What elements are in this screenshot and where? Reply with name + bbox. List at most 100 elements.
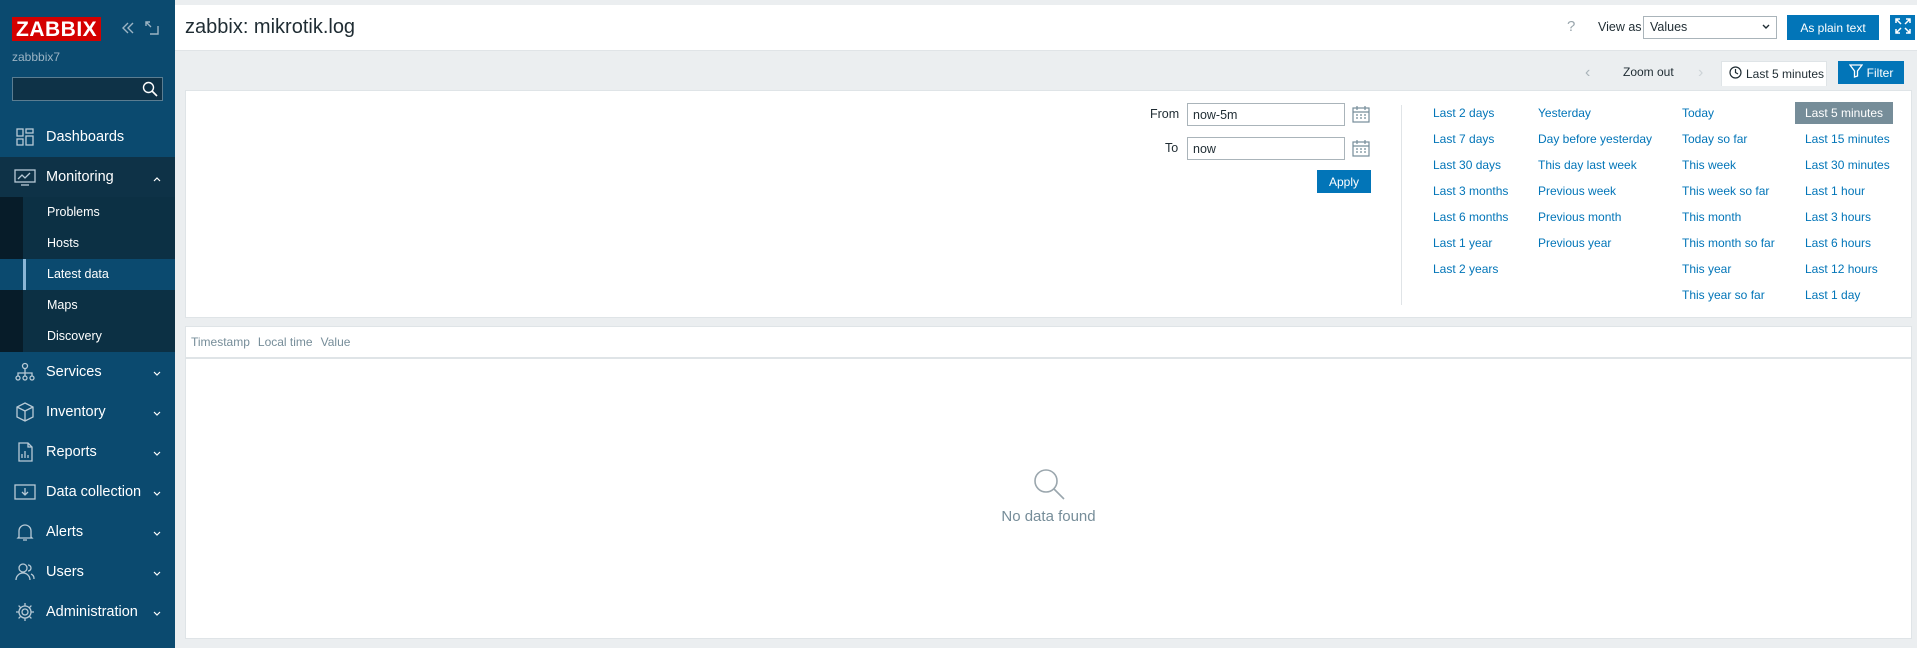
zabbix-logo[interactable]: ZABBIX [12,17,102,41]
quick-range-link[interactable]: This month [1682,210,1741,224]
sidebar-item-problems[interactable]: Problems [0,197,175,228]
quick-range-link[interactable]: Last 7 days [1433,132,1494,146]
view-as-label: View as [1598,20,1642,34]
quick-range-link[interactable]: Yesterday [1538,106,1591,120]
server-name: zabbbix7 [12,50,61,64]
users-icon [14,561,36,583]
quick-range-link[interactable]: Last 2 days [1433,106,1494,120]
as-plain-text-button[interactable]: As plain text [1787,15,1879,40]
gear-icon [14,601,36,623]
nav-label: Alerts [46,524,84,540]
nav-monitoring[interactable]: Monitoring [0,157,175,197]
view-as-select[interactable]: Values [1643,16,1777,39]
quick-range-link[interactable]: Last 1 day [1805,288,1860,302]
quick-range-link[interactable]: Today [1682,106,1714,120]
chevron-down-icon [153,446,161,456]
sidebar-item-latest-data[interactable]: Latest data [0,259,175,290]
from-input[interactable]: now-5m [1187,103,1345,126]
help-icon[interactable]: ? [1567,18,1575,35]
sidebar-search-input[interactable] [12,77,163,101]
nav-reports[interactable]: Reports [0,432,175,472]
zoom-out-button[interactable]: Zoom out [1623,65,1674,79]
quick-range-link[interactable]: Last 3 months [1433,184,1508,198]
column-header-timestamp[interactable]: Timestamp [191,335,250,349]
collapse-sidebar-icon[interactable] [120,20,136,36]
nav-label: Dashboards [46,129,125,145]
filter-divider [1401,105,1402,305]
view-as-value: Values [1650,20,1688,34]
quick-range-link[interactable]: Last 1 hour [1805,184,1865,198]
column-header-value[interactable]: Value [321,335,351,349]
quick-range-link[interactable]: This week so far [1682,184,1769,198]
quick-range-link[interactable]: This month so far [1682,236,1775,250]
quick-range-link[interactable]: Last 12 hours [1805,262,1878,276]
page-header: zabbix: mikrotik.log ? View as Values As… [175,5,1917,51]
quick-range-link[interactable]: This year so far [1682,288,1765,302]
chevron-down-icon [153,606,161,616]
nav-label: Inventory [46,404,106,420]
table-header: Timestamp Local time Value [186,327,1911,359]
quick-range-link[interactable]: Last 30 minutes [1805,158,1890,172]
quick-range-link[interactable]: This year [1682,262,1731,276]
fullscreen-icon [1894,18,1911,37]
filter-label: Filter [1866,65,1894,80]
quick-range-link[interactable]: This day last week [1538,158,1637,172]
fullscreen-button[interactable] [1890,15,1915,40]
filter-tab[interactable]: Filter [1838,61,1904,84]
clock-icon [1729,66,1742,82]
empty-state: No data found [186,467,1911,525]
quick-range-link[interactable]: Last 30 days [1433,158,1501,172]
nav-inventory[interactable]: Inventory [0,392,175,432]
quick-range-link[interactable]: Last 15 minutes [1805,132,1890,146]
nav-data-collection[interactable]: Data collection [0,472,175,512]
quick-range-link[interactable]: Last 1 year [1433,236,1492,250]
sidebar-controls [120,20,160,36]
reports-icon [14,441,36,463]
quick-range-link[interactable]: Day before yesterday [1538,132,1652,146]
page-title: zabbix: mikrotik.log [185,16,356,38]
calendar-icon[interactable] [1352,105,1370,126]
quick-range-link[interactable]: Last 3 hours [1805,210,1871,224]
nav-dashboards[interactable]: Dashboards [0,117,175,157]
data-collection-icon [14,481,36,503]
sidebar-item-discovery[interactable]: Discovery [0,321,175,352]
monitoring-submenu: Problems Hosts Latest data Maps Discover… [0,197,175,352]
quick-range-link[interactable]: Previous year [1538,236,1611,250]
nav-administration[interactable]: Administration [0,592,175,632]
time-range-tab[interactable]: Last 5 minutes [1721,61,1827,86]
quick-range-link[interactable]: Last 6 hours [1805,236,1871,250]
chevron-down-icon [153,526,161,536]
quick-range-selected[interactable]: Last 5 minutes [1795,102,1894,124]
apply-button[interactable]: Apply [1317,170,1371,193]
no-data-message: No data found [1001,508,1096,525]
chevron-down-icon [153,406,161,416]
logo-row: ZABBIX [12,17,102,41]
sidebar-item-maps[interactable]: Maps [0,290,175,321]
nav-label: Services [46,364,102,380]
quick-range-link[interactable]: Last 2 years [1433,262,1498,276]
column-header-local-time[interactable]: Local time [258,335,313,349]
chevron-down-icon [1761,21,1771,36]
quick-range-link[interactable]: Last 6 months [1433,210,1508,224]
nav-services[interactable]: Services [0,352,175,392]
nav-users[interactable]: Users [0,552,175,592]
chevron-left-icon[interactable]: ‹ [1585,64,1590,82]
to-input[interactable]: now [1187,137,1345,160]
calendar-icon[interactable] [1352,139,1370,160]
alerts-icon [14,521,36,543]
sidebar: ZABBIX zabbbix7 Dashboards Monitoring Pr… [0,0,175,648]
time-range-label: Last 5 minutes [1746,67,1825,81]
chevron-right-icon[interactable]: › [1698,64,1703,82]
sidebar-item-hosts[interactable]: Hosts [0,228,175,259]
quick-range-link[interactable]: Today so far [1682,132,1747,146]
nav-alerts[interactable]: Alerts [0,512,175,552]
quick-range-link[interactable]: This week [1682,158,1736,172]
to-label: To [1165,141,1179,155]
quick-range-link[interactable]: Previous week [1538,184,1616,198]
chevron-down-icon [153,486,161,496]
kiosk-mode-icon[interactable] [144,20,160,36]
search-icon[interactable] [142,81,158,100]
quick-range-link[interactable]: Previous month [1538,210,1621,224]
search-icon [1032,469,1066,504]
nav-label: Administration [46,604,138,620]
